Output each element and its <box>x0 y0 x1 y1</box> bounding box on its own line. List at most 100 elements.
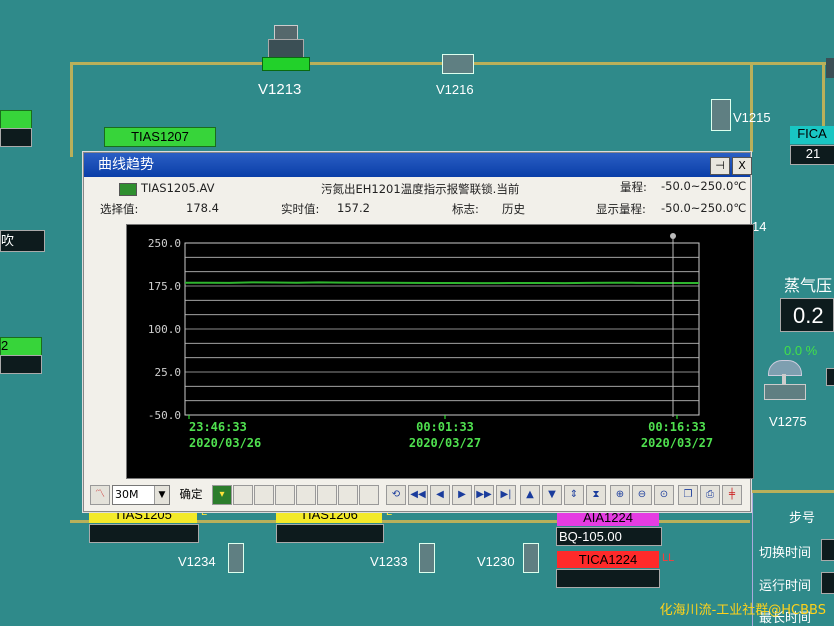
cursor-handle <box>670 233 676 239</box>
step-backward-icon[interactable]: ◀ <box>430 485 450 505</box>
trend-window: 曲线趋势 ⊣ X TIAS1205.AV 污氮出EH1201温度指示报警联锁.当… <box>83 152 754 512</box>
close-button[interactable]: X <box>732 157 752 175</box>
right-top-icon <box>826 58 834 78</box>
cursor-toggle-icon[interactable]: ╪ <box>722 485 742 505</box>
valve-v1216-label: V1216 <box>436 82 474 97</box>
trend-window-titlebar[interactable]: 曲线趋势 ⊣ X <box>84 153 752 177</box>
pen-slot-3[interactable] <box>254 485 274 505</box>
flag-label: 标志: <box>452 202 479 216</box>
tias1206-value-box <box>276 524 384 543</box>
tica1224-tag[interactable]: TICA1224 <box>557 551 659 568</box>
arrow-down-icon[interactable]: ▼ <box>542 485 562 505</box>
valve-v1215-icon[interactable] <box>711 99 731 131</box>
legend-tag: TIAS1205.AV <box>141 181 215 195</box>
select-value-label: 选择值: <box>100 202 139 216</box>
right-small-box <box>826 368 834 386</box>
left-green-tag-1 <box>0 110 32 129</box>
valve-v1233-label: V1233 <box>370 554 408 569</box>
valve-v1234-label: V1234 <box>178 554 216 569</box>
valve-v1233-icon[interactable] <box>419 543 435 573</box>
fica-tag: FICA <box>790 126 834 144</box>
range-label: 量程: <box>620 180 647 194</box>
select-value: 178.4 <box>186 201 219 215</box>
trend-chart[interactable]: 250.0 175.0 100.0 25.0 -50.0 23:46:33 2020/03/… <box>127 225 753 478</box>
left-dark-box-1 <box>0 128 32 147</box>
confirm-button[interactable]: 确定 <box>174 485 208 503</box>
zoom-reset-icon[interactable]: ⊙ <box>654 485 674 505</box>
legend-swatch <box>119 183 137 196</box>
arrow-up-icon[interactable]: ▲ <box>520 485 540 505</box>
run-time-value <box>821 572 834 594</box>
x-tick-time: 00:16:33 <box>648 420 706 434</box>
display-range-label: 显示量程: <box>596 202 646 216</box>
valve-v1234-icon[interactable] <box>228 543 244 573</box>
zoom-in-icon[interactable]: ⊕ <box>610 485 630 505</box>
flag-value: 历史 <box>502 202 525 216</box>
pen-slot-8[interactable] <box>359 485 379 505</box>
pen-slot-4[interactable] <box>275 485 295 505</box>
valve-v1230-label: V1230 <box>477 554 515 569</box>
x-tick-date: 2020/03/27 <box>641 436 713 450</box>
valve-v1215-label: V1215 <box>733 110 771 125</box>
time-span-value: 30M <box>115 488 139 501</box>
steam-pressure-value: 0.2 <box>780 298 834 332</box>
chevron-down-icon[interactable]: ▼ <box>154 486 169 504</box>
x-tick-date: 2020/03/27 <box>409 436 481 450</box>
pin-icon[interactable]: ⊣ <box>710 157 730 175</box>
tias1205-value-box <box>89 524 199 543</box>
time-span-select[interactable]: 30M ▼ <box>112 485 170 505</box>
x-tick-time: 00:01:33 <box>416 420 474 434</box>
zoom-out-icon[interactable]: ⊖ <box>632 485 652 505</box>
watermark-text: 化海川流-工业社群@HCBBS <box>659 603 826 618</box>
valve-v1275-icon[interactable] <box>760 360 808 400</box>
fast-backward-icon[interactable]: ◀◀ <box>408 485 428 505</box>
valve-v1230-icon[interactable] <box>523 543 539 573</box>
copy-icon[interactable]: ❐ <box>678 485 698 505</box>
pen-slot-6[interactable] <box>317 485 337 505</box>
switch-time-label: 切换时间 <box>759 545 812 560</box>
left-green-tag-2: 2 <box>0 337 42 356</box>
percent-label: 0.0 % <box>784 343 818 358</box>
trend-window-title: 曲线趋势 <box>98 157 154 173</box>
pen-slot-1[interactable]: ▾ <box>212 485 232 505</box>
print-icon[interactable]: ⎙ <box>700 485 720 505</box>
y-tick-label: -50.0 <box>148 409 181 422</box>
point-description: 污氮出EH1201温度指示报警联锁.当前 <box>321 182 520 196</box>
valve-v1213-icon[interactable] <box>262 25 310 73</box>
left-dark-box-2 <box>0 355 42 374</box>
realtime-value: 157.2 <box>337 201 370 215</box>
x-tick-time: 23:46:33 <box>189 420 247 434</box>
fica-value-box: 21 <box>790 145 834 165</box>
tias1207-tag[interactable]: TIAS1207 <box>104 127 216 147</box>
y-tick-label: 175.0 <box>148 280 181 293</box>
compress-vertical-icon[interactable]: ⧗ <box>586 485 606 505</box>
range-value: -50.0~250.0℃ <box>661 179 747 193</box>
trend-plot[interactable]: 250.0 175.0 100.0 25.0 -50.0 23:46:33 2020/03/… <box>126 224 754 479</box>
step-forward-icon[interactable]: ▶ <box>452 485 472 505</box>
step-label: 步号 <box>789 510 816 525</box>
mid-14-label: 14 <box>752 219 767 234</box>
y-tick-label: 25.0 <box>155 366 182 379</box>
trend-toolbar: 〽 30M ▼ 确定 ▾ ⟲ ◀◀ ◀ ▶ ▶▶ ▶| ▲ ▼ ⇕ ⧗ ⊕ ⊖ … <box>90 485 742 507</box>
chart-type-icon[interactable]: 〽 <box>90 485 110 505</box>
fast-forward-icon[interactable]: ▶▶ <box>474 485 494 505</box>
pen-slot-2[interactable] <box>233 485 253 505</box>
realtime-label: 实时值: <box>281 202 320 216</box>
valve-v1275-label: V1275 <box>769 414 807 429</box>
switch-time-value <box>821 539 834 561</box>
bq-value-box: BQ-105.00 <box>556 527 662 546</box>
pen-slot-5[interactable] <box>296 485 316 505</box>
go-latest-icon[interactable]: ▶| <box>496 485 516 505</box>
y-tick-label: 100.0 <box>148 323 181 336</box>
valve-v1213-label: V1213 <box>258 81 302 98</box>
tica1224-value-box <box>556 569 660 588</box>
refresh-icon[interactable]: ⟲ <box>386 485 406 505</box>
valve-v1216-icon[interactable] <box>442 54 474 74</box>
run-time-label: 运行时间 <box>759 578 812 593</box>
display-range-value: -50.0~250.0℃ <box>661 201 747 215</box>
left-chui-box: 吹 <box>0 230 45 252</box>
pen-slot-7[interactable] <box>338 485 358 505</box>
expand-vertical-icon[interactable]: ⇕ <box>564 485 584 505</box>
tica1224-flag: LL <box>662 552 675 564</box>
y-tick-label: 250.0 <box>148 237 181 250</box>
